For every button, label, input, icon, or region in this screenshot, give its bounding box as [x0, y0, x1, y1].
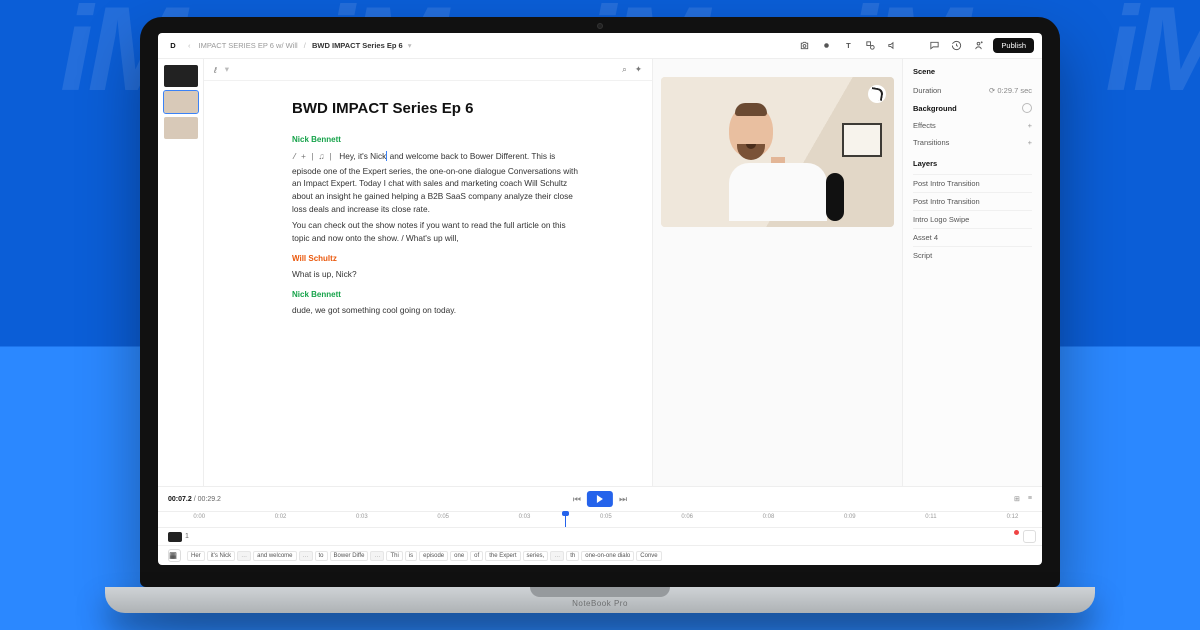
- video-preview-panel: [652, 59, 902, 486]
- panel-heading: Layers: [913, 159, 1032, 168]
- comment-icon[interactable]: [927, 39, 941, 53]
- person-avatar: [729, 105, 827, 221]
- laptop-mockup: D ‹ IMPACT SERIES EP 6 w/ Will / BWD IMP…: [105, 17, 1095, 613]
- audio-icon[interactable]: [885, 39, 899, 53]
- clip-block[interactable]: [168, 532, 182, 542]
- word-chip[interactable]: …: [370, 551, 384, 561]
- duration-row: Duration ⟳ 0:29.7 sec: [913, 82, 1032, 99]
- app-window: D ‹ IMPACT SERIES EP 6 w/ Will / BWD IMP…: [158, 33, 1042, 565]
- word-chip[interactable]: episode: [419, 551, 448, 561]
- laptop-brand: NoteBook Pro: [572, 599, 628, 608]
- speaker-label: Will Schultz: [292, 253, 634, 265]
- track-number: 1: [185, 533, 189, 540]
- word-chip[interactable]: is: [405, 551, 417, 561]
- word-chip[interactable]: to: [315, 551, 328, 561]
- layer-item[interactable]: Script: [913, 246, 1032, 264]
- list-icon[interactable]: ≡: [1028, 495, 1032, 503]
- record-icon[interactable]: [819, 39, 833, 53]
- publish-button[interactable]: Publish: [993, 38, 1034, 53]
- word-chip[interactable]: the Expert: [485, 551, 520, 561]
- chevron-left-icon[interactable]: ‹: [188, 41, 191, 50]
- thumb-1[interactable]: 1: [164, 65, 198, 87]
- editor-toolbar: ℓ ▾ ⌕ ✦: [204, 59, 652, 81]
- playhead[interactable]: [565, 512, 566, 527]
- zoom-icon[interactable]: ▦: [168, 549, 181, 562]
- thumb-3[interactable]: 3: [164, 117, 198, 139]
- shapes-icon[interactable]: [863, 39, 877, 53]
- layer-item[interactable]: Intro Logo Swipe: [913, 210, 1032, 228]
- skip-back-icon[interactable]: ⏮: [573, 494, 581, 505]
- skip-forward-icon[interactable]: ⏭: [619, 494, 627, 505]
- transcript-document[interactable]: BWD IMPACT Series Ep 6 Nick Bennett /+|♫…: [204, 81, 652, 486]
- scene-thumbnails: 1 2 3: [158, 59, 204, 486]
- expand-icon[interactable]: [1023, 530, 1036, 543]
- play-button[interactable]: [587, 491, 613, 507]
- effects-row[interactable]: Effects+: [913, 117, 1032, 134]
- word-chip[interactable]: of: [470, 551, 483, 561]
- inline-tools[interactable]: /+|♫|: [292, 152, 333, 165]
- word-chip[interactable]: …: [299, 551, 313, 561]
- microphone: [826, 173, 844, 221]
- word-chip[interactable]: …: [237, 551, 251, 561]
- laptop-base: NoteBook Pro: [105, 587, 1095, 613]
- word-chip[interactable]: and welcome: [253, 551, 296, 561]
- timeline-area: 00:07.2 / 00:29.2 ⏮ ⏭ ⊞ ≡ 0:000:020:030:…: [158, 486, 1042, 565]
- layout-icon[interactable]: ⊞: [1014, 495, 1020, 503]
- word-chip[interactable]: th: [566, 551, 579, 561]
- record-dot-icon: [1014, 530, 1019, 535]
- app-logo-icon[interactable]: D: [166, 39, 180, 53]
- paragraph[interactable]: dude, we got something cool going on tod…: [292, 304, 582, 317]
- overlay-logo-icon: [868, 85, 886, 103]
- speaker-label: Nick Bennett: [292, 134, 634, 146]
- sparkle-icon[interactable]: ✦: [635, 64, 642, 75]
- layer-item[interactable]: Asset 4: [913, 228, 1032, 246]
- track-row[interactable]: 1: [158, 527, 1042, 545]
- word-chip[interactable]: Bower Diffe: [330, 551, 369, 561]
- time-display: 00:07.2 / 00:29.2: [168, 496, 221, 503]
- word-chip[interactable]: one-on-one dialo: [581, 551, 634, 561]
- doc-title: BWD IMPACT Series Ep 6: [292, 97, 634, 120]
- text-cursor: [386, 151, 387, 161]
- transitions-row[interactable]: Transitions+: [913, 134, 1032, 151]
- camera-icon[interactable]: [797, 39, 811, 53]
- word-chip[interactable]: Thi: [386, 551, 402, 561]
- paragraph[interactable]: You can check out the show notes if you …: [292, 219, 582, 245]
- properties-panel: Scene Duration ⟳ 0:29.7 sec Background E…: [902, 59, 1042, 486]
- layer-item[interactable]: Post Intro Transition: [913, 192, 1032, 210]
- history-icon[interactable]: [949, 39, 963, 53]
- word-chip[interactable]: series,: [523, 551, 549, 561]
- script-icon[interactable]: ℓ: [214, 65, 217, 75]
- word-chip[interactable]: it's Nick: [207, 551, 235, 561]
- search-icon[interactable]: ⌕: [622, 64, 627, 75]
- speaker-label: Nick Bennett: [292, 289, 634, 301]
- camera-dot: [597, 23, 603, 29]
- time-ruler[interactable]: 0:000:020:030:050:030:050:060:080:090:11…: [158, 511, 1042, 527]
- word-track[interactable]: ▦ Herit's Nick…and welcome…toBower Diffe…: [158, 545, 1042, 565]
- paragraph[interactable]: /+|♫| Hey, it's Nick and welcome back to…: [292, 150, 582, 216]
- layer-item[interactable]: Post Intro Transition: [913, 174, 1032, 192]
- panel-heading: Scene: [913, 67, 1032, 76]
- paragraph[interactable]: What is up, Nick?: [292, 268, 582, 281]
- word-chip[interactable]: Her: [187, 551, 205, 561]
- text-icon[interactable]: T: [841, 39, 855, 53]
- share-icon[interactable]: [971, 39, 985, 53]
- word-chip[interactable]: Conve: [636, 551, 661, 561]
- playbar: 00:07.2 / 00:29.2 ⏮ ⏭ ⊞ ≡: [158, 487, 1042, 511]
- wall-picture: [842, 123, 882, 157]
- topbar: D ‹ IMPACT SERIES EP 6 w/ Will / BWD IMP…: [158, 33, 1042, 59]
- thumb-2[interactable]: 2: [164, 91, 198, 113]
- word-chip[interactable]: …: [550, 551, 564, 561]
- background-row[interactable]: Background: [913, 99, 1032, 117]
- video-preview[interactable]: [661, 77, 894, 227]
- layers-list: Post Intro Transition Post Intro Transit…: [913, 174, 1032, 264]
- breadcrumb[interactable]: IMPACT SERIES EP 6 w/ Will / BWD IMPACT …: [199, 41, 412, 50]
- word-chip[interactable]: one: [450, 551, 468, 561]
